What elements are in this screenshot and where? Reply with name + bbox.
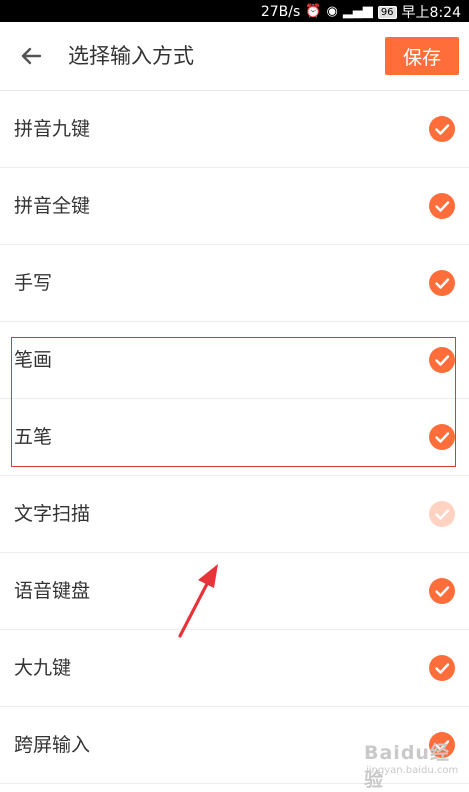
signal-bars-icon: ▂▄▆ [342, 4, 373, 19]
alarm-icon: ⏰ [305, 4, 322, 19]
input-method-label: 语音键盘 [14, 580, 91, 602]
list-item[interactable]: 文字扫描 [0, 476, 469, 553]
header: 选择输入方式 保存 [0, 22, 469, 91]
network-speed: 27B/s [260, 4, 301, 20]
checkmark-icon[interactable] [429, 347, 455, 373]
input-method-label: 跨屏输入 [14, 734, 91, 756]
checkmark-icon[interactable] [429, 578, 455, 604]
checkmark-icon[interactable] [429, 270, 455, 296]
status-bar: 27B/s ⏰ ◉ ▂▄▆ 96 早上8:24 [0, 0, 469, 22]
checkmark-icon[interactable] [429, 193, 455, 219]
list-item[interactable]: 笔画 [0, 322, 469, 399]
list-item[interactable]: 手写 [0, 245, 469, 322]
battery-icon: 96 [377, 5, 397, 19]
checkmark-icon[interactable] [429, 424, 455, 450]
input-method-label: 拼音全键 [14, 195, 91, 217]
input-method-label: 笔画 [14, 349, 53, 371]
input-method-label: 文字扫描 [14, 503, 91, 525]
input-method-list: 拼音九键拼音全键手写笔画五笔文字扫描语音键盘大九键跨屏输入 [0, 91, 469, 784]
checkmark-icon[interactable] [429, 655, 455, 681]
clock: 早上8:24 [401, 5, 461, 21]
eye-icon: ◉ [326, 4, 338, 19]
input-method-label: 五笔 [14, 426, 53, 448]
list-item[interactable]: 语音键盘 [0, 553, 469, 630]
arrow-left-icon[interactable] [16, 41, 46, 71]
status-bar-right: 27B/s ⏰ ◉ ▂▄▆ 96 早上8:24 [261, 2, 461, 22]
list-item[interactable]: 拼音九键 [0, 91, 469, 168]
list-item[interactable]: 拼音全键 [0, 168, 469, 245]
checkmark-icon[interactable] [429, 116, 455, 142]
list-item[interactable]: 大九键 [0, 630, 469, 707]
checkmark-icon[interactable] [429, 501, 455, 527]
checkmark-icon[interactable] [429, 732, 455, 758]
list-item[interactable]: 五笔 [0, 399, 469, 476]
input-method-label: 拼音九键 [14, 118, 91, 140]
save-button[interactable]: 保存 [385, 37, 459, 75]
page-title: 选择输入方式 [68, 44, 194, 68]
input-method-label: 手写 [14, 272, 53, 294]
list-item[interactable]: 跨屏输入 [0, 707, 469, 784]
input-method-label: 大九键 [14, 657, 72, 679]
